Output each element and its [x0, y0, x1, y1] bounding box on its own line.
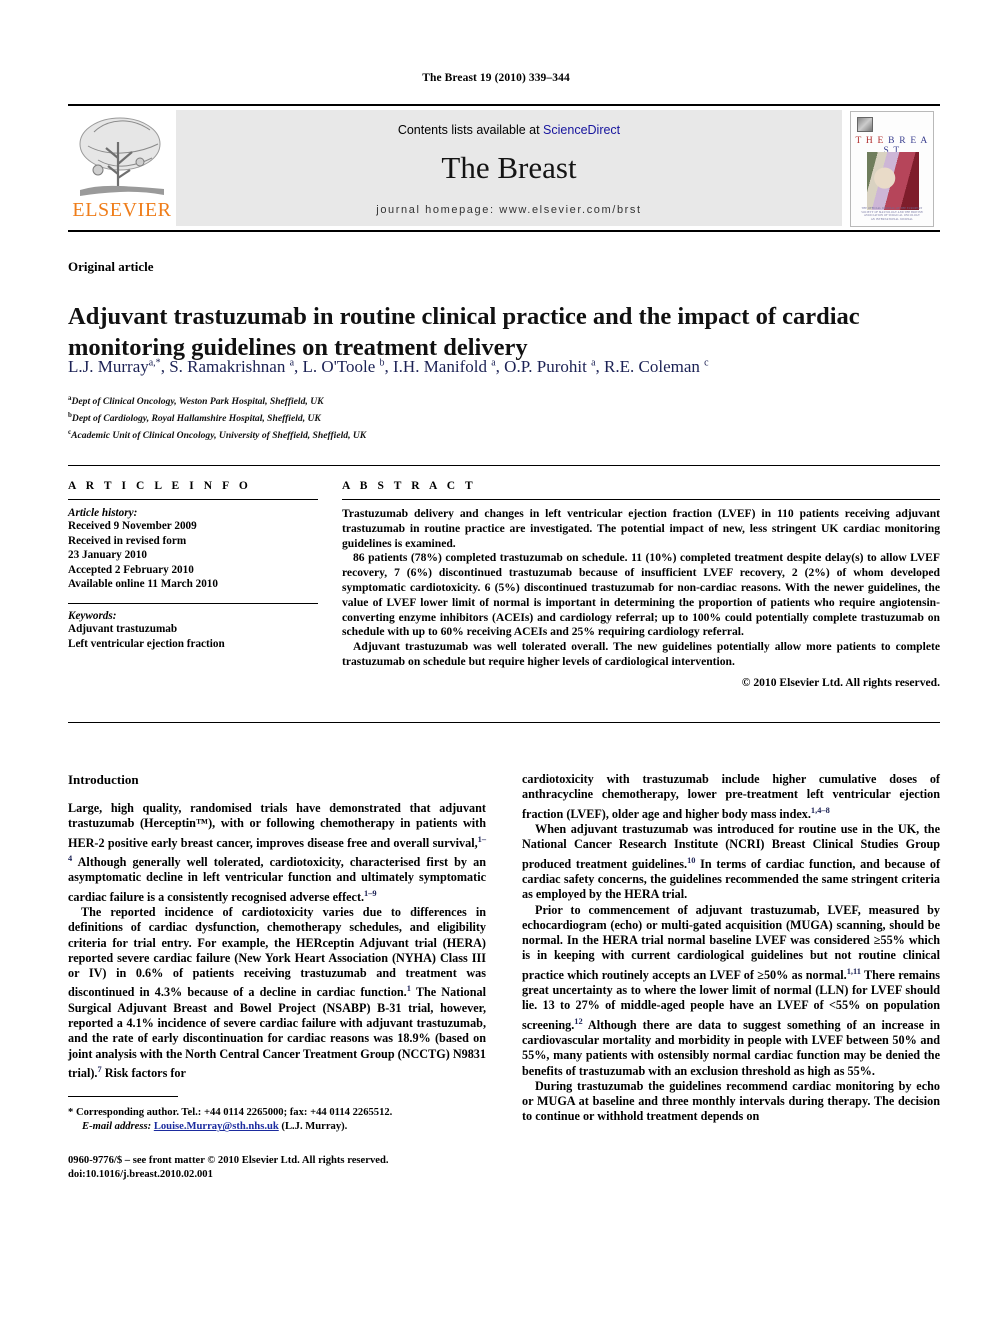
- elsevier-wordmark: ELSEVIER: [72, 199, 172, 221]
- abstract-paragraph: 86 patients (78%) completed trastuzumab …: [342, 551, 940, 639]
- history-item: Received 9 November 2009: [68, 520, 197, 532]
- abstract-copyright: © 2010 Elsevier Ltd. All rights reserved…: [741, 675, 940, 689]
- elsevier-tree-icon: [79, 117, 164, 196]
- cover-stamp-icon: [857, 117, 873, 132]
- abstract-column: A B S T R A C T Trastuzumab delivery and…: [340, 480, 940, 689]
- corresponding-author-note: * Corresponding author. Tel.: +44 0114 2…: [68, 1106, 486, 1134]
- body-column-right: cardiotoxicity with trastuzumab include …: [522, 772, 940, 1182]
- email-label: E-mail address:: [82, 1121, 152, 1133]
- article-history-label: Article history:: [68, 507, 138, 519]
- affiliation-text: Dept of Clinical Oncology, Weston Park H…: [71, 396, 324, 408]
- body-paragraph: The reported incidence of cardiotoxicity…: [68, 904, 486, 1081]
- article-info-heading: A R T I C L E I N F O: [68, 480, 252, 492]
- sciencedirect-link[interactable]: ScienceDirect: [543, 123, 620, 137]
- history-item: Received in revised form: [68, 534, 187, 547]
- affiliation-text: Dept of Cardiology, Royal Hallamshire Ho…: [71, 412, 321, 424]
- keyword-item: Adjuvant trastuzumab: [68, 622, 178, 635]
- journal-cover-thumbnail: T H E B R E A S T THE OFFICIAL JOURNAL O…: [842, 106, 940, 230]
- journal-band: Contents lists available at ScienceDirec…: [176, 110, 842, 226]
- paper-page: The Breast 19 (2010) 339–344 ELSEVIER Co…: [0, 0, 992, 1323]
- history-item: 23 January 2010: [68, 549, 147, 562]
- body-paragraph: cardiotoxicity with trastuzumab include …: [522, 772, 940, 821]
- keywords-label: Keywords:: [68, 609, 117, 622]
- contents-prefix: Contents lists available at: [397, 123, 544, 137]
- section-heading-introduction: Introduction: [68, 772, 139, 787]
- email-link[interactable]: Louise.Murray@sth.nhs.uk: [154, 1121, 279, 1132]
- journal-title: The Breast: [441, 150, 577, 185]
- article-history-list: Received 9 November 2009 Received in rev…: [68, 519, 318, 592]
- running-head: The Breast 19 (2010) 339–344: [422, 72, 570, 84]
- article-info-rule: [68, 499, 318, 500]
- article-type-label: Original article: [68, 259, 154, 274]
- abstract-rule: [342, 499, 940, 500]
- journal-masthead: ELSEVIER Contents lists available at Sci…: [68, 104, 940, 232]
- keyword-item: Left ventricular ejection fraction: [68, 637, 225, 650]
- body-column-left: Introduction Large, high quality, random…: [68, 772, 486, 1182]
- footnote-block: * Corresponding author. Tel.: +44 0114 2…: [68, 1096, 486, 1182]
- elsevier-logo: ELSEVIER: [68, 106, 176, 230]
- body-paragraph: During trastuzumab the guidelines recomm…: [522, 1078, 940, 1124]
- affiliation-list: aDept of Clinical Oncology, Weston Park …: [68, 392, 668, 442]
- contents-available-line: Contents lists available at ScienceDirec…: [176, 123, 842, 137]
- body-paragraph: When adjuvant trastuzumab was introduced…: [522, 821, 940, 902]
- corresponding-author-line: * Corresponding author. Tel.: +44 0114 2…: [68, 1107, 393, 1119]
- article-info-column: A R T I C L E I N F O Article history: R…: [68, 480, 340, 689]
- body-paragraph: Large, high quality, randomised trials h…: [68, 801, 486, 904]
- abstract-paragraph: Trastuzumab delivery and changes in left…: [342, 507, 940, 550]
- footnote-rule: [68, 1096, 178, 1098]
- body-paragraph: Prior to commencement of adjuvant trastu…: [522, 902, 940, 1078]
- keywords-rule: [68, 602, 318, 604]
- info-abstract-block: A R T I C L E I N F O Article history: R…: [68, 465, 940, 689]
- page-title: Adjuvant trastuzumab in routine clinical…: [68, 303, 860, 362]
- email-line: E-mail address: Louise.Murray@sth.nhs.uk…: [68, 1120, 486, 1134]
- imprint-line-1: 0960-9776/$ – see front matter © 2010 El…: [68, 1155, 389, 1167]
- abstract-body: Trastuzumab delivery and changes in left…: [342, 507, 940, 670]
- affiliation-text: Academic Unit of Clinical Oncology, Univ…: [71, 429, 367, 441]
- history-item: Accepted 2 February 2010: [68, 563, 194, 576]
- abstract-paragraph: Adjuvant trastuzumab was well tolerated …: [342, 640, 940, 668]
- cover-footer-text: THE OFFICIAL JOURNAL OF THE EUROPEAN SOC…: [851, 207, 933, 221]
- affiliation-item: bDept of Cardiology, Royal Hallamshire H…: [68, 409, 668, 426]
- journal-homepage[interactable]: journal homepage: www.elsevier.com/brst: [176, 204, 842, 216]
- email-suffix: (L.J. Murray).: [278, 1121, 348, 1133]
- cover-footer-line-4: AN INTERNATIONAL JOURNAL: [870, 217, 914, 221]
- cover-artwork: [867, 152, 919, 210]
- affiliation-item: cAcademic Unit of Clinical Oncology, Uni…: [68, 426, 668, 443]
- imprint-line-2: doi:10.1016/j.breast.2010.02.001: [68, 1169, 213, 1181]
- cover-title-part1: T H E: [855, 136, 885, 146]
- abstract-heading: A B S T R A C T: [342, 480, 477, 492]
- history-item: Available online 11 March 2010: [68, 578, 218, 591]
- affiliation-item: aDept of Clinical Oncology, Weston Park …: [68, 392, 668, 409]
- body-columns: Introduction Large, high quality, random…: [68, 772, 940, 1182]
- keywords-list: Adjuvant trastuzumab Left ventricular ej…: [68, 622, 318, 651]
- info-abstract-bottom-rule: [68, 722, 940, 723]
- author-list: L.J. Murraya,*, S. Ramakrishnan a, L. O'…: [68, 357, 709, 376]
- imprint-block: 0960-9776/$ – see front matter © 2010 El…: [68, 1154, 486, 1182]
